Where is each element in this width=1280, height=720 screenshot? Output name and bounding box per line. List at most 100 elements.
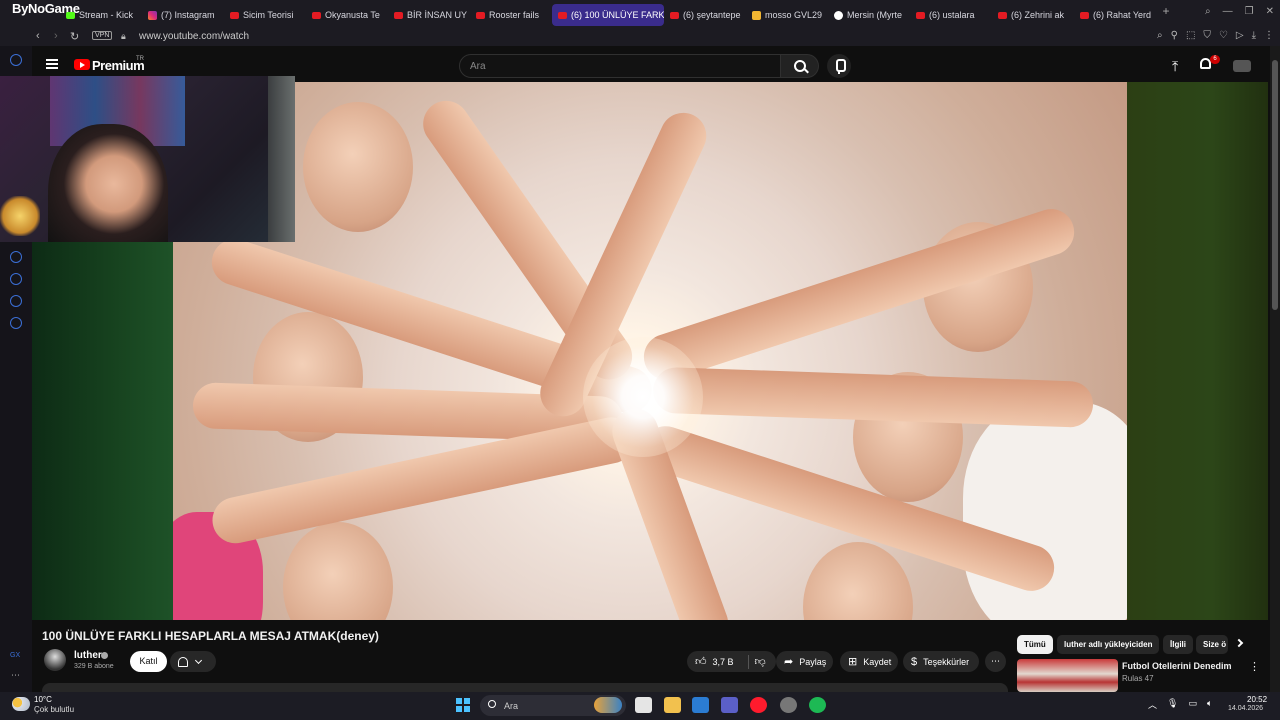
- channel-name[interactable]: luther: [74, 650, 102, 661]
- reload-icon[interactable]: ↻: [70, 30, 79, 43]
- maximize-icon[interactable]: ❐: [1245, 6, 1254, 17]
- settings-gear-icon[interactable]: [10, 317, 22, 329]
- weather-temperature[interactable]: 10°C: [34, 695, 52, 704]
- tab-zehrini[interactable]: (6) Zehrini ak: [992, 4, 1074, 26]
- channel-avatar[interactable]: [44, 649, 66, 671]
- opera-gx-icon[interactable]: [750, 697, 767, 713]
- tab-active-video[interactable]: (6) 100 ÜNLÜYE FARKLI: [552, 4, 664, 26]
- outlook-icon[interactable]: [692, 697, 709, 713]
- light-burst: [583, 337, 703, 457]
- tab-rahat-yerde[interactable]: (6) Rahat Yerd: [1074, 4, 1156, 26]
- weather-description[interactable]: Çok bulutlu: [34, 705, 74, 714]
- lock-icon[interactable]: 🔒︎: [121, 31, 126, 42]
- description-box[interactable]: [42, 683, 1008, 692]
- chip-related[interactable]: İlgili: [1163, 635, 1193, 654]
- player-icon[interactable]: [10, 251, 22, 263]
- chip-from-uploader[interactable]: luther adlı yükleyiciden: [1057, 635, 1160, 654]
- new-tab-button[interactable]: +: [1158, 4, 1174, 26]
- chevron-right-icon[interactable]: [1234, 638, 1244, 648]
- country-code: TR: [136, 56, 144, 62]
- hamburger-menu-icon[interactable]: [46, 59, 58, 69]
- task-view-icon[interactable]: [635, 697, 652, 713]
- chip-all[interactable]: Tümü: [1017, 635, 1053, 654]
- back-icon[interactable]: ‹: [36, 30, 40, 42]
- recommendation-title[interactable]: Futbol Otellerini Denedim: [1122, 661, 1232, 671]
- pin-icon[interactable]: ⚲: [1171, 30, 1178, 41]
- youtube-favicon-icon: [916, 11, 925, 19]
- youtube-logo-icon[interactable]: [74, 59, 90, 70]
- play-icon[interactable]: ▷: [1236, 30, 1244, 41]
- windows-start-icon[interactable]: [456, 698, 470, 712]
- forward-icon[interactable]: ›: [54, 30, 58, 42]
- tab-ustalara[interactable]: (6) ustalara: [910, 4, 992, 26]
- notification-badge: 6: [1210, 55, 1220, 64]
- scrollbar-thumb[interactable]: [1272, 60, 1278, 310]
- tab-instagram[interactable]: (7) Instagram: [142, 4, 224, 26]
- search-highlight-icon[interactable]: [594, 697, 622, 713]
- bell-icon: [178, 656, 188, 667]
- like-button[interactable]: 👍︎ 3,7 B 👎︎: [687, 651, 776, 672]
- shield-icon[interactable]: ⛉: [1203, 30, 1211, 41]
- gx-control-icon[interactable]: [10, 54, 22, 66]
- upload-icon[interactable]: ⤒: [1172, 58, 1178, 75]
- tab-seytantepe[interactable]: (6) şeytantepe: [664, 4, 746, 26]
- tab-kick[interactable]: Stream - Kick: [60, 4, 142, 26]
- clock-date[interactable]: 14.04.2026: [1228, 705, 1263, 712]
- page-scrollbar[interactable]: [1270, 46, 1280, 692]
- share-arrow-icon: ➦: [784, 656, 794, 668]
- close-icon[interactable]: ✕: [1266, 6, 1274, 17]
- history-icon[interactable]: [10, 273, 22, 285]
- weather-cloud-icon[interactable]: [12, 697, 30, 711]
- arm: [652, 366, 1094, 428]
- join-button[interactable]: Katıl: [130, 651, 167, 672]
- vpn-badge[interactable]: VPN: [92, 31, 113, 40]
- tab-mersin[interactable]: Mersin (Myrte: [828, 4, 910, 26]
- tab-okyanusta[interactable]: Okyanusta Te: [306, 4, 388, 26]
- recommendation-channel[interactable]: Rulas 47: [1122, 674, 1154, 683]
- snapshot-icon[interactable]: ⬚: [1186, 30, 1195, 41]
- person-face-bottom-left: [283, 522, 393, 620]
- more-actions-button[interactable]: ⋯: [985, 651, 1006, 672]
- spotify-icon[interactable]: [809, 697, 826, 713]
- like-count: 3,7 B: [712, 656, 734, 667]
- bookmark-icon[interactable]: ♡: [1219, 30, 1228, 41]
- verified-check-icon: [101, 652, 108, 659]
- minimize-icon[interactable]: —: [1223, 6, 1233, 17]
- chip-for-you[interactable]: Size ö: [1196, 635, 1228, 654]
- search-input[interactable]: Ara: [459, 54, 781, 78]
- search-tabs-icon[interactable]: ⌕: [1205, 6, 1211, 17]
- app-icon[interactable]: [780, 697, 797, 713]
- file-explorer-icon[interactable]: [664, 697, 681, 713]
- zoom-icon[interactable]: ⌕: [1157, 30, 1163, 41]
- recommendation-thumbnail[interactable]: [1017, 659, 1118, 692]
- url-field[interactable]: www.youtube.com/watch: [139, 31, 249, 42]
- download-icon[interactable]: ⤓: [1252, 30, 1256, 41]
- thanks-button[interactable]: $ Teşekkürler: [903, 651, 979, 672]
- thumbs-down-icon[interactable]: 👎︎: [755, 655, 766, 668]
- network-icon[interactable]: ▭: [1188, 698, 1197, 711]
- extensions-icon[interactable]: [10, 295, 22, 307]
- recommendation-menu-icon[interactable]: ⋮: [1249, 660, 1260, 673]
- menu-dots-icon[interactable]: ⋮: [1264, 30, 1274, 41]
- tray-chevron-icon[interactable]: ︿: [1148, 698, 1157, 711]
- gx-logo-icon[interactable]: GX: [10, 652, 20, 659]
- tab-bir-insan[interactable]: BİR İNSAN UY: [388, 4, 470, 26]
- search-button[interactable]: [781, 54, 819, 78]
- tab-sicim-teorisi[interactable]: Sicim Teorisi: [224, 4, 306, 26]
- like-divider: [747, 654, 749, 669]
- video-frame-hands-circle[interactable]: [173, 82, 1127, 620]
- microphone-icon[interactable]: 🎙︎: [1167, 698, 1178, 711]
- teams-icon[interactable]: [721, 697, 738, 713]
- volume-icon[interactable]: 🔈︎: [1207, 698, 1212, 711]
- system-tray: ︿ 🎙︎ ▭ 🔈︎: [1148, 698, 1212, 711]
- voice-search-button[interactable]: [827, 54, 851, 78]
- clock-time[interactable]: 20:52: [1247, 695, 1267, 704]
- tab-rooster-fails[interactable]: Rooster fails: [470, 4, 552, 26]
- facecam-lamp: [0, 196, 40, 236]
- account-avatar[interactable]: [1233, 60, 1251, 72]
- tab-mosso[interactable]: mosso GVL29: [746, 4, 828, 26]
- share-button[interactable]: ➦ Paylaş: [776, 651, 833, 672]
- subscription-bell-button[interactable]: [170, 651, 216, 672]
- save-button[interactable]: ⊞ Kaydet: [840, 651, 898, 672]
- more-dots-icon[interactable]: ⋯: [11, 670, 20, 681]
